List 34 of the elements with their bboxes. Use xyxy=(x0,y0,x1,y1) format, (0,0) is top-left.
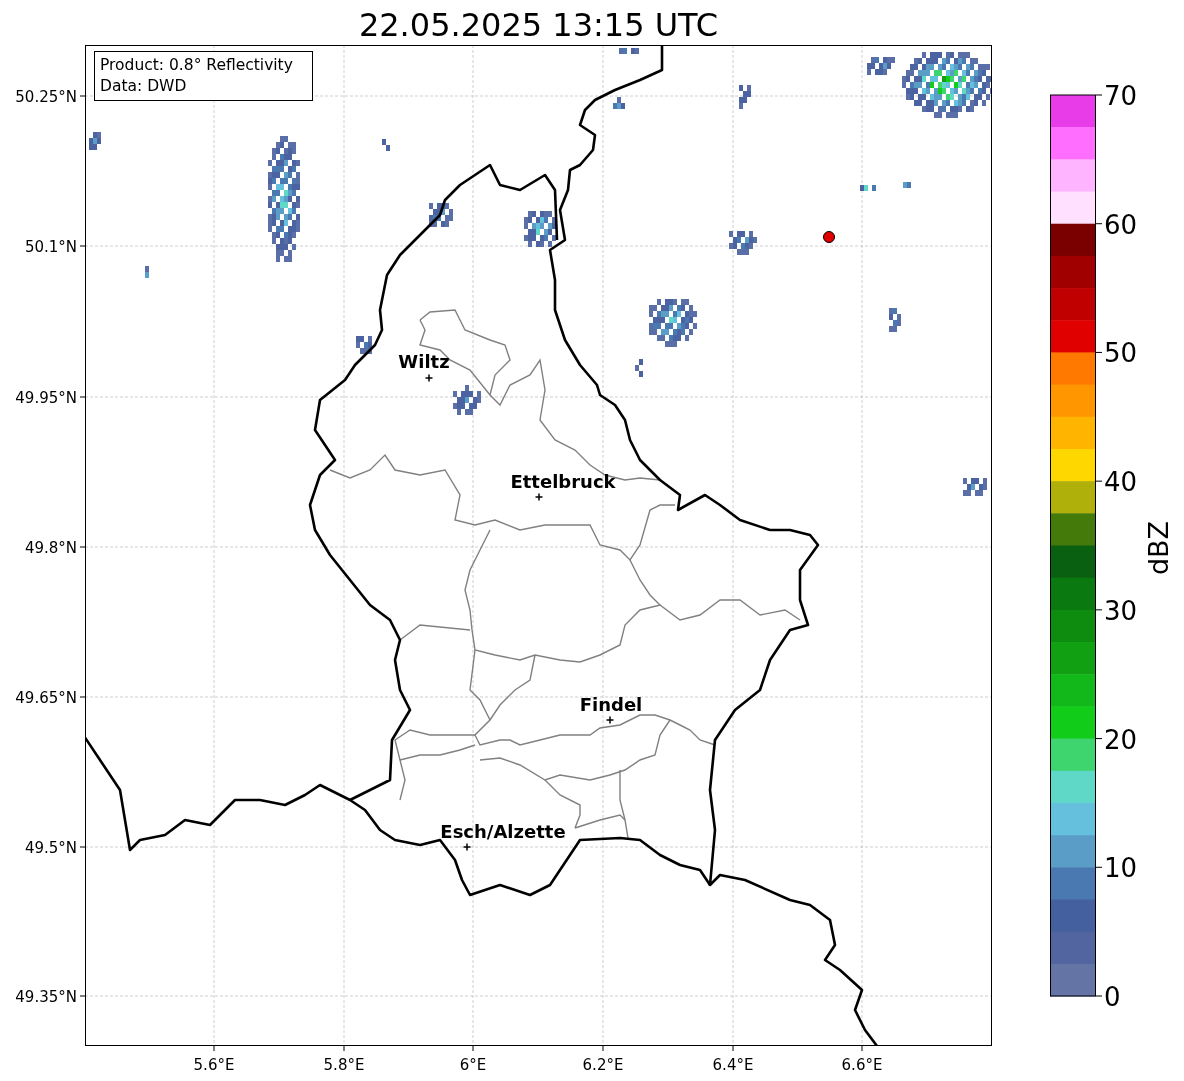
city-marker-icon xyxy=(534,492,544,502)
latitude-label: 49.5°N xyxy=(24,839,77,857)
colorbar-tick-label: 0 xyxy=(1104,982,1121,1012)
map-title: 22.05.2025 13:15 UTC xyxy=(358,5,719,45)
colorbar-tick-label: 30 xyxy=(1104,595,1138,626)
colorbar-tick-label: 70 xyxy=(1104,81,1138,111)
longitude-label: 6.6°E xyxy=(841,1056,883,1074)
latitude-label: 49.35°N xyxy=(15,988,77,1006)
latitude-label: 50.25°N xyxy=(15,88,77,106)
latitude-label: 49.95°N xyxy=(15,389,77,407)
info-text: Data: DWD xyxy=(100,77,187,95)
colorbar-tick-label: 40 xyxy=(1104,467,1138,498)
latitude-label: 50.1°N xyxy=(24,238,77,256)
colorbar-tick-label: 10 xyxy=(1104,853,1138,884)
city-marker-icon xyxy=(424,373,434,383)
city-label: Findel xyxy=(579,694,643,715)
info-text: Product: 0.8° Reflectivity xyxy=(100,56,293,74)
radar-site-marker xyxy=(823,231,835,243)
colorbar-tick-label: 50 xyxy=(1104,338,1138,369)
longitude-label: 6.2°E xyxy=(582,1056,624,1074)
colorbar-label: dBZ xyxy=(1143,520,1174,576)
colorbar-tick-label: 20 xyxy=(1104,724,1138,755)
longitude-label: 6°E xyxy=(459,1056,487,1074)
colorbar-tick-label: 60 xyxy=(1104,209,1138,240)
city-label: Esch/Alzette xyxy=(440,821,566,842)
city-marker-icon xyxy=(605,715,615,725)
city-label: Wiltz xyxy=(398,351,450,372)
longitude-label: 5.6°E xyxy=(193,1056,235,1074)
city-label: Ettelbruck xyxy=(510,471,616,492)
city-marker-icon xyxy=(462,842,472,852)
latitude-label: 49.8°N xyxy=(24,539,77,557)
longitude-label: 5.8°E xyxy=(323,1056,365,1074)
latitude-label: 49.65°N xyxy=(15,689,77,707)
longitude-label: 6.4°E xyxy=(712,1056,754,1074)
